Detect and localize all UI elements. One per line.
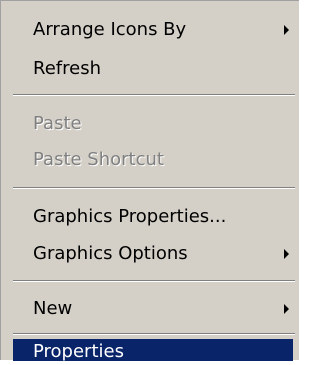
menu-item-paste-shortcut: Paste Shortcut bbox=[13, 143, 293, 177]
submenu-arrow-icon bbox=[284, 249, 289, 259]
menu-item-label: Arrange Icons By bbox=[33, 19, 187, 40]
menu-item-label: Refresh bbox=[33, 58, 101, 79]
menu-item-arrange-icons-by[interactable]: Arrange Icons By bbox=[13, 13, 293, 47]
menu-separator bbox=[13, 187, 295, 189]
menu-separator bbox=[13, 280, 295, 282]
menu-item-paste: Paste bbox=[13, 107, 293, 141]
menu-item-label: Graphics Options bbox=[33, 243, 188, 264]
menu-item-refresh[interactable]: Refresh bbox=[13, 52, 293, 86]
menu-item-properties[interactable]: Properties bbox=[13, 339, 293, 362]
menu-item-label: Paste bbox=[33, 113, 82, 134]
menu-item-graphics-properties[interactable]: Graphics Properties... bbox=[13, 200, 293, 234]
menu-item-label: Paste Shortcut bbox=[33, 149, 164, 170]
menu-item-label: Properties bbox=[33, 341, 124, 362]
submenu-arrow-icon bbox=[284, 304, 289, 314]
menu-item-label: Graphics Properties... bbox=[33, 206, 227, 227]
desktop-context-menu: Arrange Icons By Refresh Paste Paste Sho… bbox=[0, 0, 299, 362]
menu-item-label: New bbox=[33, 298, 73, 319]
menu-item-graphics-options[interactable]: Graphics Options bbox=[13, 237, 293, 271]
menu-item-new[interactable]: New bbox=[13, 292, 293, 326]
menu-separator bbox=[13, 94, 295, 96]
menu-separator bbox=[13, 333, 295, 335]
submenu-arrow-icon bbox=[284, 25, 289, 35]
